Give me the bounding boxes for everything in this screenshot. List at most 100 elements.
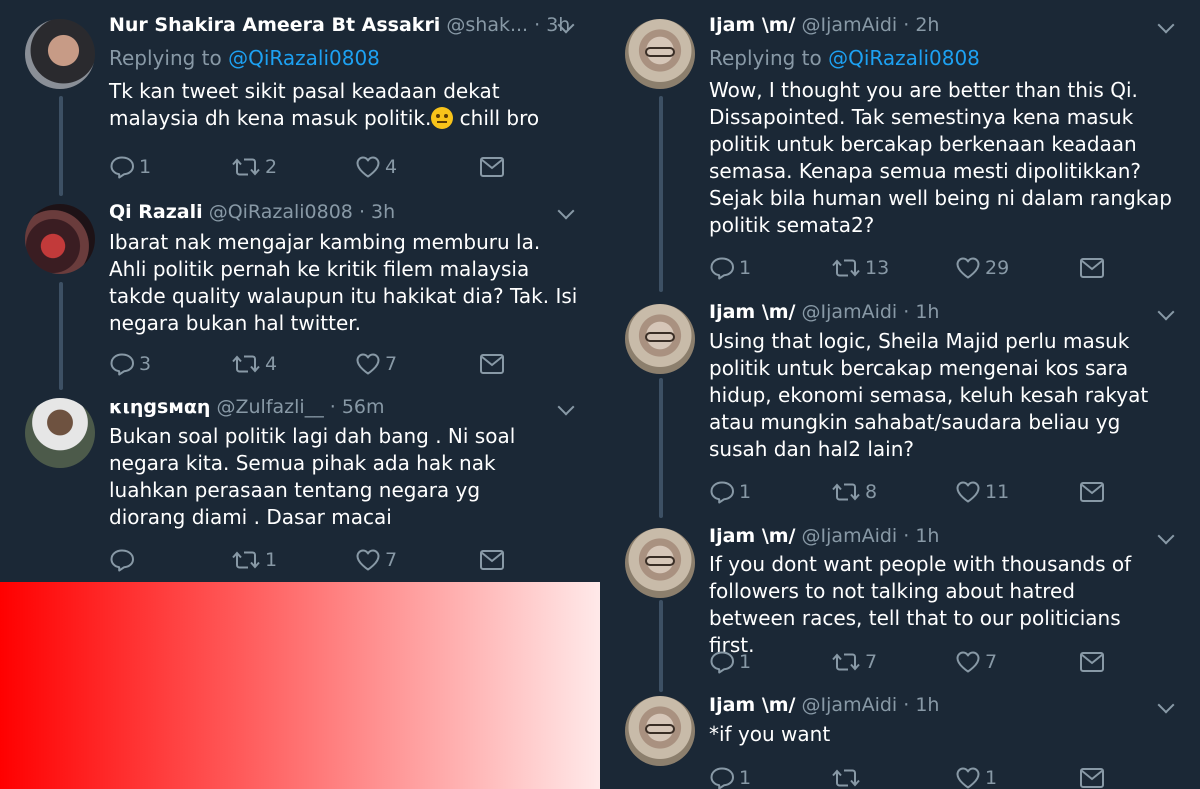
retweet-button[interactable]: 13: [831, 254, 889, 282]
retweet-button[interactable]: 7: [831, 648, 877, 676]
author-name[interactable]: Qi Razali: [109, 201, 203, 223]
avatar[interactable]: [625, 304, 695, 374]
retweet-count: 13: [865, 257, 890, 279]
retweet-count: 1: [265, 549, 278, 571]
tweet-actions: 1 7 7: [709, 648, 1109, 676]
like-button[interactable]: 11: [955, 478, 1009, 506]
reply-button[interactable]: [109, 546, 139, 574]
reply-icon: [709, 480, 735, 504]
heart-icon: [355, 548, 381, 572]
direct-message-button[interactable]: [479, 350, 505, 378]
retweet-icon: [831, 480, 861, 504]
tweet-actions: 1 2 4: [109, 153, 509, 181]
author-handle[interactable]: @QiRazali0808: [209, 201, 353, 223]
like-count: 7: [385, 549, 398, 571]
tweet-time[interactable]: · 1h: [903, 525, 939, 547]
retweet-count: 8: [865, 481, 878, 503]
tweet-text: Tk kan tweet sikit pasal keadaan dekat m…: [109, 78, 540, 132]
envelope-icon: [479, 353, 505, 375]
author-name[interactable]: Ijam \m/: [709, 14, 796, 36]
author-handle[interactable]: @IjamAidi: [802, 694, 898, 716]
retweet-icon: [831, 650, 861, 674]
tweet-header: Ijam \m/ @IjamAidi · 1h: [709, 301, 1180, 323]
retweet-button[interactable]: [831, 764, 865, 789]
direct-message-button[interactable]: [1079, 764, 1105, 789]
tweet[interactable]: Ijam \m/ @IjamAidi · 1h Using that logic…: [600, 292, 1200, 518]
avatar[interactable]: [25, 204, 95, 274]
reply-button[interactable]: 1: [709, 478, 751, 506]
reply-button[interactable]: 1: [709, 648, 751, 676]
tweet-time[interactable]: · 3h: [359, 201, 395, 223]
tweet-time[interactable]: · 1h: [903, 694, 939, 716]
tweet-text: Using that logic, Sheila Majid perlu mas…: [709, 329, 1149, 461]
tweet[interactable]: Ijam \m/ @IjamAidi · 1h *if you want 1 1: [600, 690, 1200, 789]
author-handle[interactable]: @IjamAidi: [802, 525, 898, 547]
reply-count: 1: [139, 156, 152, 178]
retweet-icon: [231, 352, 261, 376]
direct-message-button[interactable]: [479, 546, 505, 574]
tweet[interactable]: Qi Razali @QiRazali0808 · 3h Ibarat nak …: [0, 195, 600, 390]
like-button[interactable]: 7: [355, 546, 397, 574]
heart-icon: [355, 155, 381, 179]
reply-count: 1: [739, 651, 752, 673]
tweet-text: Ibarat nak mengajar kambing memburu la. …: [109, 230, 578, 335]
reply-icon: [709, 766, 735, 789]
tweet-header: Qi Razali @QiRazali0808 · 3h: [109, 201, 580, 223]
author-name[interactable]: Ijam \m/: [709, 301, 796, 323]
author-handle[interactable]: @IjamAidi: [802, 14, 898, 36]
tweet[interactable]: κιηgsмαη @Zulfazli__ · 56m Bukan soal po…: [0, 390, 600, 582]
reply-button[interactable]: 3: [109, 350, 151, 378]
replying-label: Replying to: [709, 46, 822, 70]
like-count: 11: [985, 481, 1010, 503]
tweet[interactable]: Ijam \m/ @IjamAidi · 1h If you dont want…: [600, 518, 1200, 690]
avatar[interactable]: [25, 19, 95, 89]
like-button[interactable]: 29: [955, 254, 1009, 282]
like-button[interactable]: 7: [955, 648, 997, 676]
like-count: 1: [985, 767, 998, 789]
direct-message-button[interactable]: [479, 153, 505, 181]
retweet-button[interactable]: 8: [831, 478, 877, 506]
tweet-header: κιηgsмαη @Zulfazli__ · 56m: [109, 396, 580, 418]
retweet-button[interactable]: 1: [231, 546, 277, 574]
heart-icon: [355, 352, 381, 376]
author-handle[interactable]: @Zulfazli__: [217, 396, 324, 418]
direct-message-button[interactable]: [1079, 254, 1105, 282]
reply-button[interactable]: 1: [109, 153, 151, 181]
like-button[interactable]: 7: [355, 350, 397, 378]
like-button[interactable]: 4: [355, 153, 397, 181]
like-button[interactable]: 1: [955, 764, 997, 789]
direct-message-button[interactable]: [1079, 478, 1105, 506]
envelope-icon: [479, 156, 505, 178]
envelope-icon: [479, 549, 505, 571]
reply-button[interactable]: 1: [709, 764, 751, 789]
tweet-text: *if you want: [709, 722, 831, 746]
author-handle[interactable]: @IjamAidi: [802, 301, 898, 323]
direct-message-button[interactable]: [1079, 648, 1105, 676]
reply-button[interactable]: 1: [709, 254, 751, 282]
tweet-time[interactable]: · 56m: [330, 396, 385, 418]
tweet-time[interactable]: · 2h: [903, 14, 939, 36]
retweet-button[interactable]: 2: [231, 153, 277, 181]
retweet-count: 4: [265, 353, 278, 375]
avatar[interactable]: [625, 528, 695, 598]
tweet-actions: 1 7: [109, 546, 509, 574]
author-handle[interactable]: @shak...: [446, 14, 528, 36]
author-name[interactable]: Ijam \m/: [709, 694, 796, 716]
replying-to: Replying to @QiRazali0808: [109, 46, 380, 70]
tweet[interactable]: Nur Shakira Ameera Bt Assakri @shak... ·…: [0, 0, 600, 195]
heart-icon: [955, 256, 981, 280]
mention-link[interactable]: @QiRazali0808: [828, 46, 980, 70]
like-count: 4: [385, 156, 398, 178]
author-name[interactable]: Nur Shakira Ameera Bt Assakri: [109, 14, 440, 36]
avatar[interactable]: [625, 696, 695, 766]
tweet-text: Wow, I thought you are better than this …: [709, 78, 1172, 237]
tweet-time[interactable]: · 1h: [903, 301, 939, 323]
tweet[interactable]: Ijam \m/ @IjamAidi · 2h Replying to @QiR…: [600, 0, 1200, 292]
avatar[interactable]: [625, 19, 695, 89]
retweet-button[interactable]: 4: [231, 350, 277, 378]
author-name[interactable]: Ijam \m/: [709, 525, 796, 547]
left-thread: Nur Shakira Ameera Bt Assakri @shak... ·…: [0, 0, 600, 789]
author-name[interactable]: κιηgsмαη: [109, 396, 210, 418]
mention-link[interactable]: @QiRazali0808: [228, 46, 380, 70]
avatar[interactable]: [25, 398, 95, 468]
